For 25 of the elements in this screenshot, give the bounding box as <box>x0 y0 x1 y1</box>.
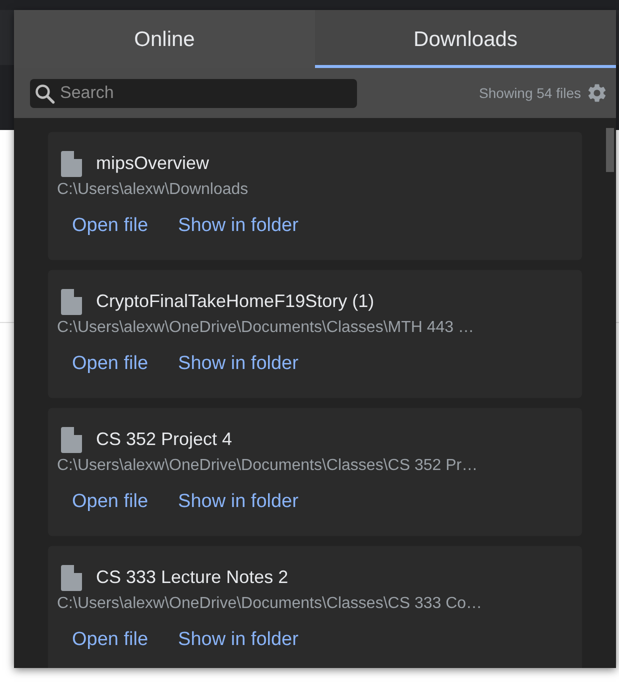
file-name: mipsOverview <box>96 152 210 175</box>
settings-icon[interactable] <box>586 82 608 104</box>
file-icon <box>61 564 82 590</box>
scrollbar-thumb[interactable] <box>606 128 614 172</box>
file-path: C:\Users\alexw\OneDrive\Documents\Classes\CS 333 Co… <box>57 594 484 614</box>
file-icon <box>61 150 82 176</box>
action-link[interactable]: Show in folder <box>178 350 298 378</box>
action-link[interactable]: Open file <box>72 350 148 378</box>
action-link[interactable]: Show in folder <box>178 488 298 516</box>
file-count: Showing 54 files <box>479 84 581 103</box>
file-icon <box>61 426 82 452</box>
file-icon <box>61 288 82 314</box>
action-link[interactable]: Show in folder <box>178 212 298 240</box>
file-name: CS 333 Lecture Notes 2 <box>96 566 288 589</box>
action-link[interactable]: Show in folder <box>178 626 298 654</box>
tab[interactable]: Downloads <box>315 10 616 68</box>
file-path: C:\Users\alexw\OneDrive\Documents\Classes\MTH 443 … <box>57 318 476 338</box>
search-field[interactable]: Search <box>30 78 357 108</box>
file-name: CS 352 Project 4 <box>96 428 232 451</box>
file-name: CryptoFinalTakeHomeF19Story (1) <box>96 290 374 313</box>
file-path: C:\Users\alexw\OneDrive\Documents\Classes\CS 352 Pr… <box>57 456 479 476</box>
action-link[interactable]: Open file <box>72 212 148 240</box>
file-path: C:\Users\alexw\Downloads <box>57 180 250 200</box>
action-link[interactable]: Open file <box>72 626 148 654</box>
action-link[interactable]: Open file <box>72 488 148 516</box>
